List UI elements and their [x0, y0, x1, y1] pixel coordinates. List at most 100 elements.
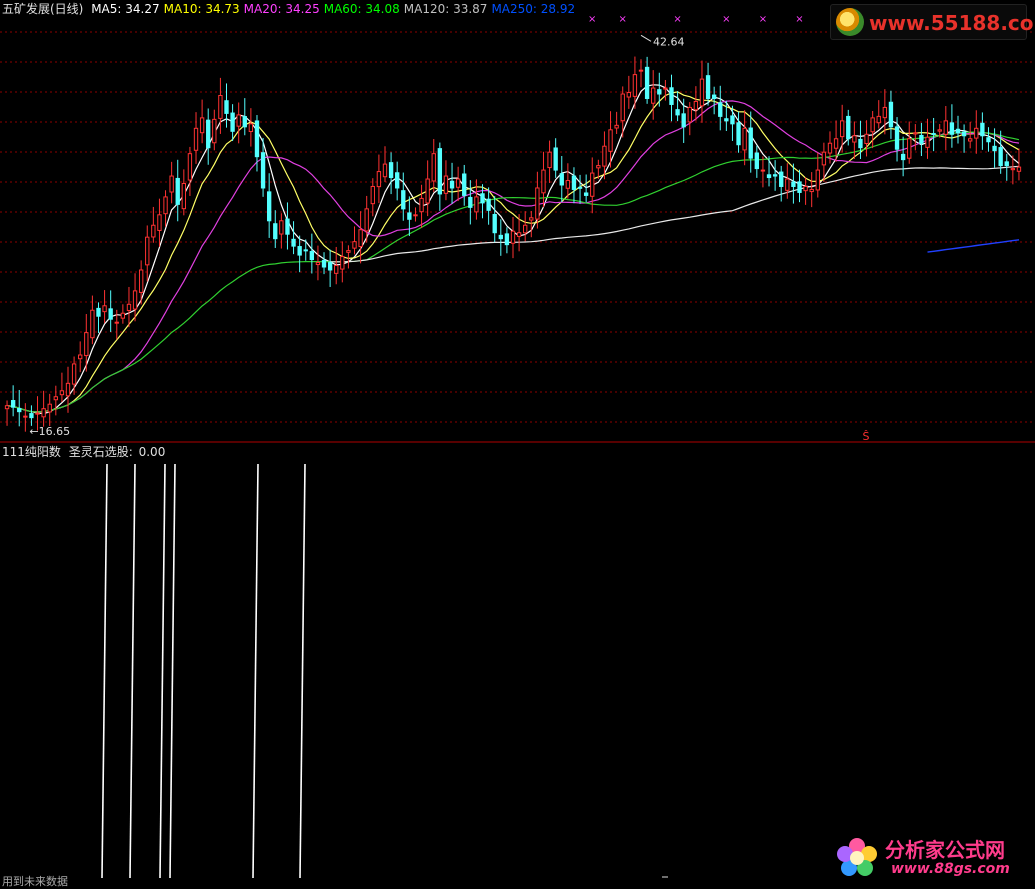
candle-body	[614, 124, 619, 129]
candle-body	[35, 412, 40, 415]
candle-body	[364, 208, 369, 232]
candle-body	[724, 118, 729, 122]
candle-body	[681, 113, 686, 128]
ma-legend-item: MA120: 33.87	[403, 2, 488, 16]
candle-body	[608, 129, 613, 152]
candle-body	[431, 153, 436, 182]
signal-value: 0.00	[138, 445, 166, 459]
signal-marker: ×	[673, 14, 681, 25]
candle-body	[437, 148, 443, 195]
indicator-header: 111纯阳数 圣灵石选股: 0.00	[2, 445, 169, 459]
ma60-line	[6, 131, 1020, 413]
signal-marker: ×	[619, 14, 627, 25]
candle-body	[699, 78, 705, 107]
candle-body	[334, 265, 339, 274]
candle-body	[346, 250, 351, 253]
candle-body	[291, 238, 296, 247]
candle-body	[358, 229, 363, 248]
candle-body	[65, 382, 71, 397]
candle-body	[248, 123, 254, 133]
logo-title: 分析家公式网	[885, 838, 1005, 862]
candle-body	[279, 220, 284, 235]
ma-legend-item: MA20: 34.25	[243, 2, 320, 16]
candle-body	[199, 117, 205, 134]
candle-body	[894, 126, 900, 150]
candle-body	[547, 151, 552, 169]
candle-body	[120, 312, 126, 319]
signal-line	[129, 463, 136, 879]
candle-body	[382, 163, 388, 178]
candle-body	[17, 408, 22, 413]
candle-body	[559, 173, 564, 186]
candle-body	[754, 152, 760, 170]
candle-body	[736, 122, 741, 146]
candle-body	[553, 147, 558, 171]
high-price-label: 42.64	[653, 35, 685, 48]
candle-body	[187, 153, 193, 181]
candle-body	[748, 127, 753, 159]
candle-body	[858, 138, 863, 149]
candle-body	[455, 178, 461, 188]
candle-body	[78, 354, 83, 360]
candle-body	[998, 147, 1003, 167]
candle-body	[919, 134, 924, 144]
candle-body	[327, 262, 333, 271]
signal-marker: ×	[722, 14, 730, 25]
candle-body	[620, 93, 625, 122]
candle-body	[242, 116, 247, 128]
candle-body	[53, 396, 58, 401]
sell-marker: Ŝ	[863, 430, 870, 443]
signal-line	[101, 463, 108, 879]
candle-body	[254, 120, 260, 158]
candle-body	[785, 178, 790, 191]
candle-body	[193, 127, 199, 151]
candle-body	[657, 89, 662, 95]
candle-body	[974, 127, 979, 139]
candle-body	[138, 269, 144, 293]
candle-body	[10, 400, 16, 408]
candle-body	[980, 122, 985, 137]
candle-body	[943, 120, 948, 135]
candle-body	[565, 180, 571, 189]
candle-body	[833, 138, 839, 149]
candle-body	[29, 413, 34, 419]
candle-body	[931, 133, 936, 136]
candle-body	[596, 165, 601, 169]
candle-body	[705, 75, 711, 99]
low-price-label: ←16.65	[29, 425, 70, 438]
candle-body	[175, 177, 180, 205]
candle-body	[968, 138, 973, 142]
candle-body	[218, 95, 223, 119]
logo-url-88gs: www.88gs.com	[891, 861, 1010, 877]
candle-body	[571, 175, 577, 190]
candle-body	[163, 196, 168, 215]
signal-line	[299, 463, 306, 879]
candle-body	[888, 101, 894, 128]
candle-body	[90, 309, 95, 339]
candle-body	[602, 145, 607, 167]
candle-body	[102, 305, 107, 313]
site-logo-55188: www.55188.com	[830, 4, 1035, 40]
candle-body	[864, 133, 869, 144]
candle-body	[961, 131, 967, 137]
candle-body	[541, 169, 546, 194]
candle-body	[340, 256, 345, 270]
candle-body	[913, 132, 918, 135]
candle-body	[462, 173, 467, 196]
candle-body	[126, 303, 132, 311]
candle-body	[803, 185, 808, 192]
candle-body	[370, 185, 375, 205]
candle-body	[108, 308, 113, 320]
candle-body	[687, 106, 692, 123]
candle-body	[590, 172, 595, 197]
candle-body	[309, 251, 315, 261]
candle-body	[260, 152, 266, 189]
candle-body	[498, 234, 503, 240]
flower-logo-icon	[837, 838, 877, 876]
stock-chart: ××××××××××××Ŝ 42.64←16.65	[0, 14, 1035, 879]
candle-body	[644, 66, 650, 99]
candle-body	[266, 191, 272, 222]
candle-body	[413, 214, 418, 217]
candle-body	[638, 69, 644, 72]
candle-body	[59, 390, 65, 396]
